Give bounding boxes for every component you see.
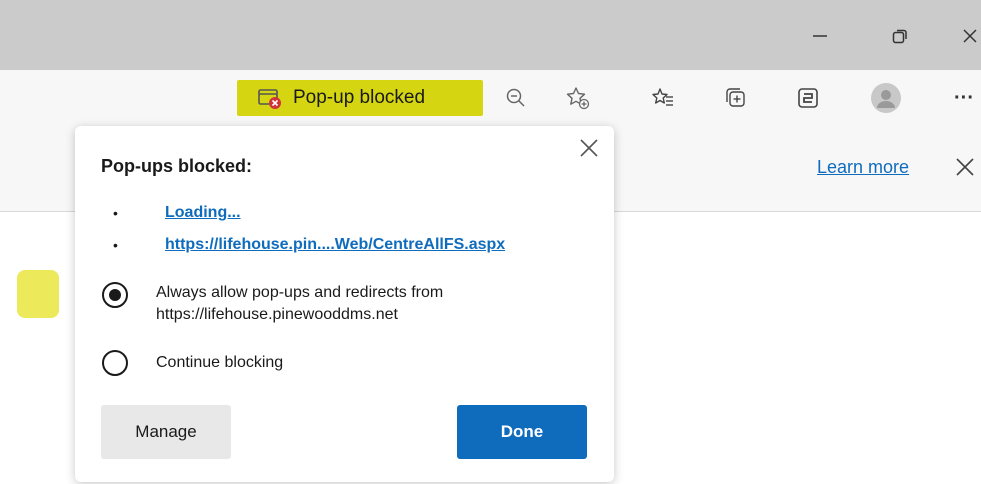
popup-blocked-label: Pop-up blocked xyxy=(293,87,426,108)
minimize-icon[interactable] xyxy=(800,18,840,54)
done-button[interactable]: Done xyxy=(457,405,587,459)
restore-icon[interactable] xyxy=(880,18,920,54)
always-allow-label: Always allow pop-ups and redirects from … xyxy=(156,284,444,323)
web-capture-icon[interactable] xyxy=(790,82,826,114)
bullet: • xyxy=(113,237,118,253)
more-menu-button[interactable]: ··· xyxy=(946,82,981,114)
close-icon[interactable] xyxy=(950,18,981,54)
option-continue-blocking[interactable]: Continue blocking xyxy=(102,350,283,376)
popup-blocked-chip[interactable]: Pop-up blocked xyxy=(237,80,483,116)
infobar-close-icon[interactable] xyxy=(950,152,980,182)
option-always-allow[interactable]: Always allow pop-ups and redirects from … xyxy=(102,282,443,326)
browser-toolbar xyxy=(0,70,981,125)
zoom-out-icon[interactable] xyxy=(498,82,534,114)
learn-more-link[interactable]: Learn more xyxy=(817,157,909,178)
popup-blocked-icon xyxy=(257,86,283,110)
title-bar xyxy=(0,0,981,70)
blocked-item: • Loading... xyxy=(113,204,241,222)
blocked-item-link[interactable]: Loading... xyxy=(165,204,241,222)
always-allow-radio[interactable] xyxy=(102,282,128,308)
favorites-icon[interactable] xyxy=(645,82,681,114)
radio-highlight xyxy=(17,270,59,318)
manage-button[interactable]: Manage xyxy=(101,405,231,459)
bullet: • xyxy=(113,205,118,221)
continue-blocking-radio[interactable] xyxy=(102,350,128,376)
add-favorite-icon[interactable] xyxy=(560,82,596,114)
blocked-item-link[interactable]: https://lifehouse.pin....Web/CentreAllFS… xyxy=(165,236,505,254)
flyout-close-icon[interactable] xyxy=(575,134,603,162)
flyout-title: Pop-ups blocked: xyxy=(101,156,253,176)
continue-blocking-label: Continue blocking xyxy=(156,354,284,371)
collections-icon[interactable] xyxy=(718,82,754,114)
blocked-item: • https://lifehouse.pin....Web/CentreAll… xyxy=(113,236,505,254)
profile-avatar[interactable] xyxy=(868,82,904,114)
